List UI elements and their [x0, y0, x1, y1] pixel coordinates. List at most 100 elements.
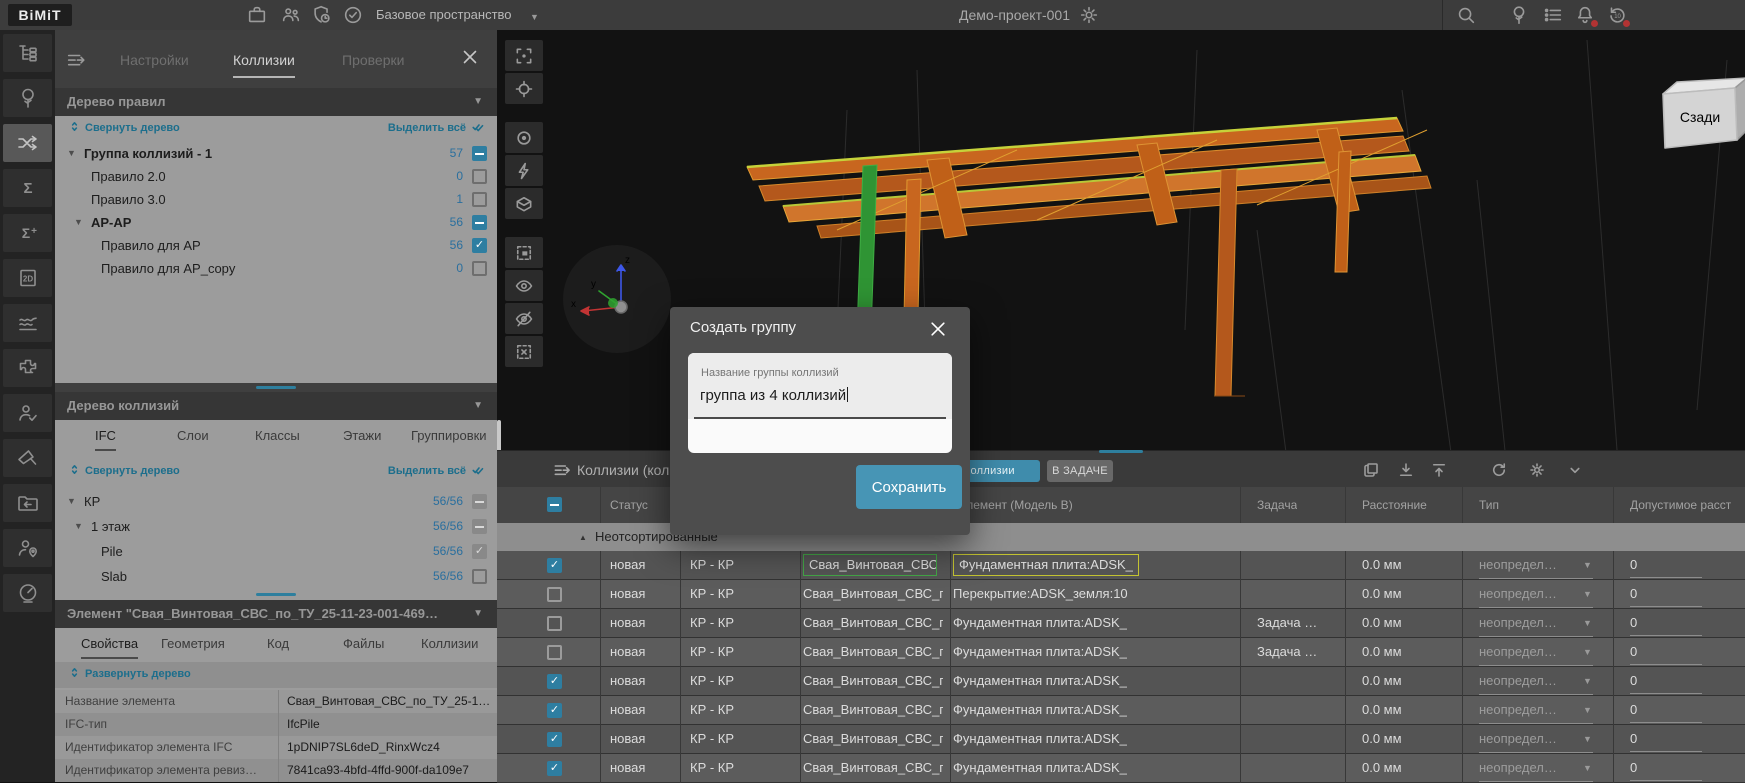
tab-проверки[interactable]: Проверки	[342, 52, 404, 76]
rail-tool-dashboard-gauge[interactable]	[3, 574, 52, 612]
tab-слои[interactable]: Слои	[177, 428, 209, 449]
table-row[interactable]: новаяКР - КРСвая_Винтовая_СВС_по_ТУ_Фунд…	[497, 551, 1745, 580]
allowed-distance-input[interactable]: 0	[1630, 580, 1702, 607]
collisions-tree-header[interactable]: Дерево коллизий ▼	[55, 392, 497, 420]
type-dropdown[interactable]: неопредел…	[1479, 754, 1593, 782]
tree-row-checkbox[interactable]	[472, 146, 487, 161]
check-circle-icon[interactable]	[342, 4, 364, 26]
copy-stack-icon[interactable]	[1362, 461, 1380, 479]
tree-row[interactable]: Правило для АР56	[55, 234, 497, 257]
tree-row[interactable]: Slab56/56	[55, 565, 497, 588]
tab-коллизии[interactable]: Коллизии	[421, 636, 478, 657]
team-icon[interactable]	[280, 4, 302, 26]
tree-row[interactable]: ▼Группа коллизий - 157	[55, 142, 497, 165]
upload-icon[interactable]	[1430, 461, 1448, 479]
tab-код[interactable]: Код	[267, 636, 289, 657]
section-resize-handle[interactable]	[256, 593, 296, 596]
tree-row-checkbox[interactable]	[472, 169, 487, 184]
rail-tool-graphs[interactable]	[3, 304, 52, 342]
tab-этажи[interactable]: Этажи	[343, 428, 381, 449]
tab-ifc[interactable]: IFC	[95, 428, 116, 451]
viewport-tool-lightning[interactable]	[505, 155, 543, 186]
type-cell[interactable]: неопредел…▼	[1479, 725, 1597, 754]
close-icon[interactable]	[928, 319, 948, 339]
allowed-cell[interactable]: 0	[1630, 580, 1710, 609]
viewport-tool-frame-select[interactable]	[505, 40, 543, 71]
tree-row[interactable]: ▼КР56/56	[55, 490, 497, 513]
tree-row-checkbox[interactable]	[472, 569, 487, 584]
tab-классы[interactable]: Классы	[255, 428, 300, 449]
gear-icon[interactable]	[1528, 461, 1546, 479]
tree-row[interactable]: Правило 2.00	[55, 165, 497, 188]
allowed-cell[interactable]: 0	[1630, 754, 1710, 783]
tab-группировки[interactable]: Группировки	[411, 428, 487, 449]
type-dropdown[interactable]: неопредел…	[1479, 667, 1593, 695]
chevron-down-icon[interactable]: ▼	[1583, 609, 1592, 637]
row-checkbox[interactable]	[547, 587, 562, 602]
tab-настройки[interactable]: Настройки	[120, 52, 189, 76]
allowed-distance-input[interactable]: 0	[1630, 609, 1702, 636]
allowed-cell[interactable]: 0	[1630, 609, 1710, 638]
tree-row-checkbox[interactable]	[472, 544, 487, 559]
table-row[interactable]: новаяКР - КРСвая_Винтовая_СВС_по_ТУ_Фунд…	[497, 638, 1745, 667]
section-resize-handle[interactable]	[256, 386, 296, 389]
navigation-gizmo[interactable]: z y x	[563, 245, 671, 353]
allowed-distance-input[interactable]: 0	[1630, 754, 1702, 781]
rail-tool-plugin-puzzle[interactable]	[3, 349, 52, 387]
element-section-header[interactable]: Элемент "Свая_Винтовая_СВС_по_ТУ_25-11-2…	[55, 600, 497, 628]
table-row[interactable]: новаяКР - КРСвая_Винтовая_СВС_по_ТУ_Фунд…	[497, 696, 1745, 725]
rail-tool-trowel[interactable]	[3, 439, 52, 477]
row-checkbox[interactable]	[547, 674, 562, 689]
rules-tree-header[interactable]: Дерево правил ▼	[55, 88, 497, 116]
type-cell[interactable]: неопредел…▼	[1479, 754, 1597, 783]
table-row[interactable]: новаяКР - КРСвая_Винтовая_СВС_по_ТУ_Фунд…	[497, 609, 1745, 638]
viewport-tool-area-select[interactable]	[505, 237, 543, 268]
collapse-tree-link[interactable]: Свернуть дерево	[69, 464, 180, 477]
tree-row[interactable]: Правило для АР_copy0	[55, 257, 497, 280]
allowed-cell[interactable]: 0	[1630, 638, 1710, 667]
chevron-down-icon[interactable]: ▼	[1583, 667, 1592, 695]
chevron-down-icon[interactable]: ▼	[1583, 754, 1592, 782]
viewport-tool-eye[interactable]	[505, 270, 543, 301]
chevron-down-icon[interactable]	[1566, 461, 1584, 479]
tree-row[interactable]: Pile56/56	[55, 540, 497, 563]
viewport-tool-target[interactable]	[505, 73, 543, 104]
tree-row-checkbox[interactable]	[472, 238, 487, 253]
row-checkbox[interactable]	[547, 558, 562, 573]
tree-row[interactable]: ▼АР-АР56	[55, 211, 497, 234]
row-checkbox[interactable]	[547, 703, 562, 718]
table-row[interactable]: новаяКР - КРСвая_Винтовая_СВС_по_ТУ_Фунд…	[497, 725, 1745, 754]
download-icon[interactable]	[1397, 461, 1415, 479]
tab-коллизии[interactable]: Коллизии	[233, 52, 295, 78]
rail-tool-user-check[interactable]	[3, 394, 52, 432]
select-all-link[interactable]: Выделить всё	[388, 121, 485, 134]
sync-history-icon[interactable]: 10	[1606, 4, 1628, 26]
group-name-input[interactable]: Название группы коллизий группа из 4 кол…	[688, 353, 952, 419]
type-cell[interactable]: неопредел…▼	[1479, 609, 1597, 638]
panel-menu-icon[interactable]	[65, 50, 87, 72]
tree-row-checkbox[interactable]	[472, 215, 487, 230]
chevron-down-icon[interactable]: ▼	[67, 490, 76, 513]
refresh-icon[interactable]	[1490, 461, 1508, 479]
list-icon[interactable]	[1542, 4, 1564, 26]
chevron-down-icon[interactable]: ▼	[473, 600, 483, 628]
tab-файлы[interactable]: Файлы	[343, 636, 384, 657]
search-icon[interactable]	[1455, 4, 1477, 26]
type-dropdown[interactable]: неопредел…	[1479, 580, 1593, 608]
rail-tool-folder-export[interactable]	[3, 484, 52, 522]
table-row[interactable]: новаяКР - КРСвая_Винтовая_СВС_по_ТУ_Фунд…	[497, 667, 1745, 696]
close-icon[interactable]	[459, 46, 481, 68]
allowed-distance-input[interactable]: 0	[1630, 725, 1702, 752]
chevron-down-icon[interactable]: ▼	[74, 515, 83, 538]
tree-row-checkbox[interactable]	[472, 261, 487, 276]
shield-clock-icon[interactable]	[311, 4, 333, 26]
type-cell[interactable]: неопредел…▼	[1479, 696, 1597, 725]
chevron-down-icon[interactable]: ▼	[67, 142, 76, 165]
chevron-down-icon[interactable]: ▼	[530, 12, 539, 22]
tab-геометрия[interactable]: Геометрия	[161, 636, 225, 657]
briefcase-icon[interactable]	[246, 4, 268, 26]
chevron-down-icon[interactable]: ▼	[1583, 638, 1592, 666]
rail-tool-clash-detection[interactable]	[3, 124, 52, 162]
tree-row-checkbox[interactable]	[472, 519, 487, 534]
rail-tool-model-tree[interactable]	[3, 79, 52, 117]
